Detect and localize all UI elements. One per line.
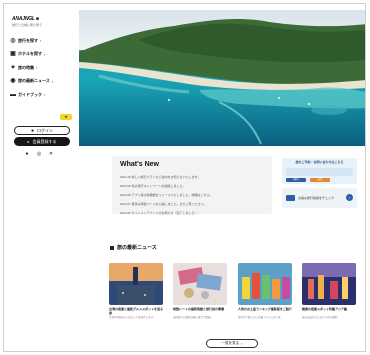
globe-icon: ◎ bbox=[10, 37, 16, 44]
news-card-title: 絶景の夜景スポット特集アジア編 bbox=[302, 307, 347, 311]
chevron-right-icon: › bbox=[36, 65, 38, 71]
news-heading: 旅の最新ニュース bbox=[110, 244, 157, 251]
sidebar-item-feature[interactable]: ✦ 旅の特集 › bbox=[10, 61, 76, 75]
news-card-image bbox=[173, 263, 227, 305]
news-card[interactable]: 絶景の夜景スポット特集アジア編 夜のお出かけにおすすめの場所。 bbox=[302, 263, 356, 323]
arrow-right-icon: ▸ bbox=[27, 139, 30, 144]
whats-new-title: What's New bbox=[120, 161, 160, 168]
facebook-icon[interactable]: ● bbox=[24, 151, 30, 157]
chevron-right-icon: › bbox=[44, 51, 46, 57]
news-card-image bbox=[109, 263, 163, 305]
flag-icon bbox=[110, 245, 114, 250]
whats-new-item[interactable]: 2024.09 秋の旅行キャンペーンを開始しました。 bbox=[120, 182, 268, 191]
sidebar-item-label: 旅の最新ニュース bbox=[18, 78, 50, 84]
news-card[interactable]: 台湾の夜景と最新グルメスポットを巡る旅 台北101周辺の人気エリアを紹介します。 bbox=[109, 263, 163, 323]
user-icon: ● bbox=[30, 127, 35, 134]
promo-top-panel: 旅のご予約・お問い合わせはこちら 国内 海外 bbox=[282, 158, 357, 184]
sidebar-item-travel[interactable]: ◎ 旅行を探す › bbox=[10, 34, 76, 48]
news-card-image bbox=[238, 263, 292, 305]
card-icon bbox=[286, 195, 295, 201]
sidebar-nav: ◎ 旅行を探す › ▣ ホテルを探す › ✦ 旅の特集 › ◉ 旅の最新ニュース… bbox=[10, 34, 76, 102]
social-links: ● ◎ ✕ bbox=[24, 151, 54, 157]
star-icon: ✦ bbox=[10, 64, 16, 71]
hotel-icon: ▣ bbox=[10, 51, 16, 58]
news-icon: ◉ bbox=[10, 78, 16, 85]
promo-bottom-panel[interactable]: お得な旅行情報をチェック › bbox=[282, 188, 357, 208]
chevron-right-icon: › bbox=[241, 341, 243, 346]
hero-image bbox=[79, 10, 365, 146]
whats-new-item[interactable]: 2024.10 新しい旅行プランのご案内をお知らせいたします。 bbox=[120, 173, 268, 182]
promo-chip-domestic[interactable]: 国内 bbox=[286, 178, 306, 182]
news-card-title: 両替レートの最新情報と旅行前の準備 bbox=[173, 307, 225, 311]
whats-new-item[interactable]: 2024.08 アプリ版の新機能をリリースいたしました。詳細はこちら。 bbox=[120, 191, 268, 200]
login-button[interactable]: ● ログイン bbox=[14, 126, 70, 135]
chevron-right-icon: › bbox=[51, 78, 54, 84]
site-logo[interactable]: ANAJNGL ■ 旅行と日常に寄り添う bbox=[12, 16, 70, 30]
logo-tagline: 旅行と日常に寄り添う bbox=[12, 23, 43, 27]
whats-new-list: 2024.10 新しい旅行プランのご案内をお知らせいたします。 2024.09 … bbox=[120, 173, 268, 218]
hero-island-illustration bbox=[79, 10, 365, 146]
login-label: ログイン bbox=[37, 127, 54, 133]
promo-banner[interactable]: 旅のご予約・お問い合わせはこちら 国内 海外 お得な旅行情報をチェック › bbox=[282, 158, 357, 210]
sidebar-item-label: 旅行を探す bbox=[18, 37, 38, 43]
promo-bottom-text: お得な旅行情報をチェック bbox=[298, 196, 335, 200]
news-more-button[interactable]: 一覧を見る › bbox=[206, 339, 258, 348]
news-card-image bbox=[302, 263, 356, 305]
promo-search-bar[interactable] bbox=[286, 168, 353, 176]
news-card-desc: 夜のお出かけにおすすめの場所。 bbox=[302, 316, 340, 319]
promo-chip-overseas[interactable]: 海外 bbox=[310, 178, 330, 182]
logo-wordmark: ANAJNGL ■ bbox=[12, 16, 39, 22]
instagram-icon[interactable]: ◎ bbox=[36, 151, 42, 157]
news-card-title: 人気のお土産ランキング最新版をご紹介 bbox=[238, 307, 292, 311]
news-card-title: 台湾の夜景と最新グルメスポットを巡る旅 bbox=[109, 307, 163, 315]
whats-new-item[interactable]: 2024.06 サイトメンテナンスのお知らせ（完了しました）。 bbox=[120, 209, 268, 218]
sidebar-item-label: ガイドブック bbox=[18, 91, 42, 97]
chevron-right-icon: › bbox=[40, 38, 42, 44]
arrow-right-icon: › bbox=[346, 194, 353, 201]
signup-label: 会員登録する bbox=[32, 138, 57, 144]
sidebar: ANAJNGL ■ 旅行と日常に寄り添う ◎ 旅行を探す › ▣ ホテルを探す … bbox=[4, 4, 78, 351]
whats-new-item[interactable]: 2024.07 夏休み特集ページを公開しました。ぜひご覧ください。 bbox=[120, 200, 268, 209]
x-icon[interactable]: ✕ bbox=[48, 151, 54, 157]
whats-new-panel: What's New 2024.10 新しい旅行プランのご案内をお知らせいたしま… bbox=[112, 156, 272, 215]
news-card-desc: 旅行先で買いたい定番アイテムまとめ。 bbox=[238, 316, 283, 319]
news-heading-label: 旅の最新ニュース bbox=[117, 245, 157, 251]
sidebar-item-guidebook[interactable]: ▬ ガイドブック › bbox=[10, 88, 76, 102]
book-icon: ▬ bbox=[10, 91, 16, 98]
sidebar-item-label: ホテルを探す bbox=[18, 51, 42, 57]
chevron-right-icon: › bbox=[44, 92, 46, 98]
news-card[interactable]: 両替レートの最新情報と旅行前の準備 海外旅行の資金計画に役立つ情報。 bbox=[173, 263, 227, 323]
sidebar-item-news[interactable]: ◉ 旅の最新ニュース › bbox=[10, 75, 76, 89]
sidebar-item-label: 旅の特集 bbox=[18, 64, 34, 70]
signup-button[interactable]: ▸ 会員登録する bbox=[14, 137, 70, 146]
news-card[interactable]: 人気のお土産ランキング最新版をご紹介 旅行先で買いたい定番アイテムまとめ。 bbox=[238, 263, 292, 323]
news-more-label: 一覧を見る bbox=[221, 341, 240, 345]
news-card-desc: 海外旅行の資金計画に役立つ情報。 bbox=[173, 316, 214, 319]
highlight-badge-button[interactable]: ★ bbox=[60, 114, 72, 120]
news-card-desc: 台北101周辺の人気エリアを紹介します。 bbox=[109, 316, 156, 319]
page-frame: ANAJNGL ■ 旅行と日常に寄り添う ◎ 旅行を探す › ▣ ホテルを探す … bbox=[3, 3, 366, 352]
sidebar-item-hotel[interactable]: ▣ ホテルを探す › bbox=[10, 48, 76, 62]
promo-title: 旅のご予約・お問い合わせはこちら bbox=[295, 160, 344, 164]
